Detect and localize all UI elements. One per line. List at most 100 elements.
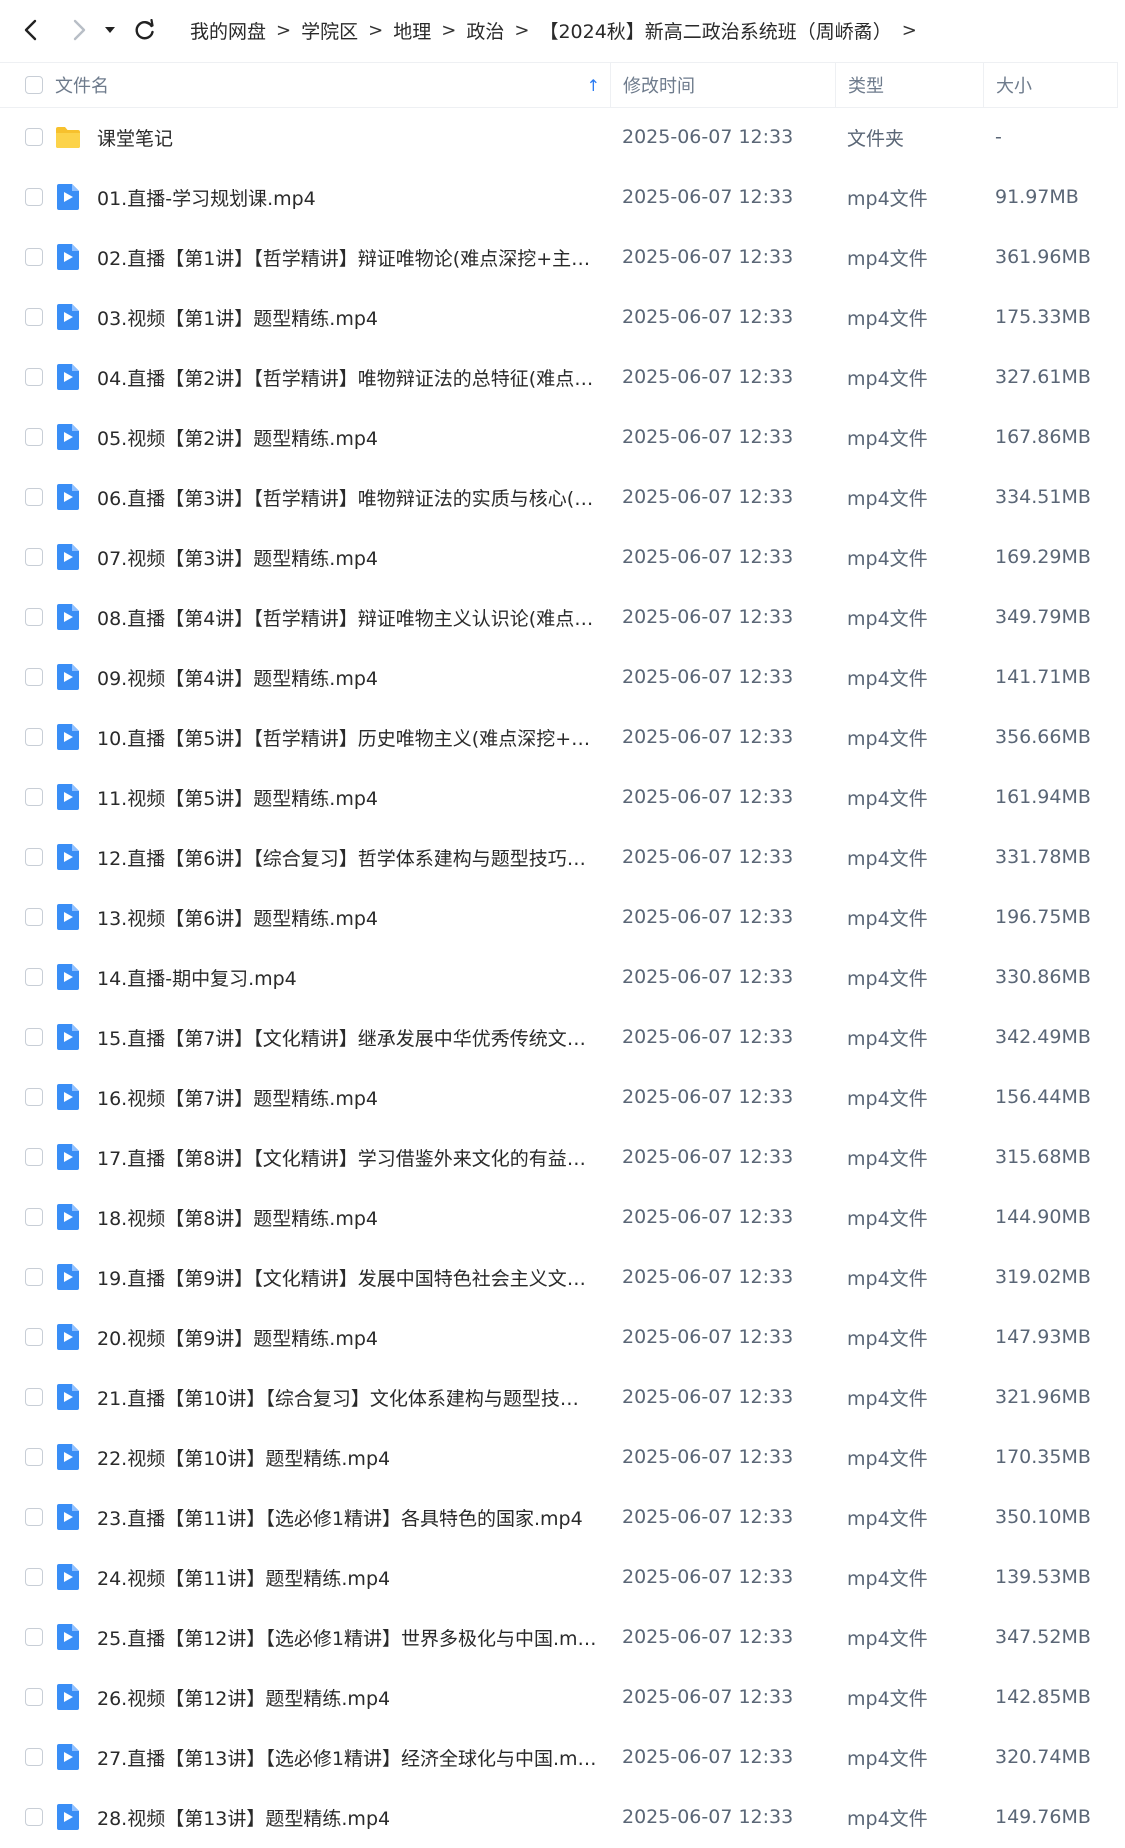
row-checkbox[interactable] — [24, 368, 43, 386]
file-name[interactable]: 06.直播【第3讲】【哲学精讲】唯物辩证法的实质与核心(难... — [97, 484, 597, 511]
file-name[interactable]: 07.视频【第3讲】题型精练.mp4 — [97, 544, 378, 571]
row-checkbox[interactable] — [24, 1748, 43, 1766]
file-name[interactable]: 10.直播【第5讲】【哲学精讲】历史唯物主义(难点深挖+主... — [97, 724, 597, 751]
column-header-type[interactable]: 类型 — [835, 63, 983, 107]
row-checkbox[interactable] — [24, 908, 43, 926]
row-checkbox[interactable] — [24, 248, 43, 266]
file-row[interactable]: 06.直播【第3讲】【哲学精讲】唯物辩证法的实质与核心(难... 2025-06-… — [0, 467, 1118, 527]
file-name[interactable]: 22.视频【第10讲】题型精练.mp4 — [97, 1444, 390, 1471]
file-row[interactable]: 05.视频【第2讲】题型精练.mp4 2025-06-07 12:33 mp4文件 1… — [0, 407, 1118, 467]
file-name[interactable]: 27.直播【第13讲】【选必修1精讲】经济全球化与中国.mp4 — [97, 1744, 597, 1771]
file-name[interactable]: 01.直播-学习规划课.mp4 — [97, 184, 316, 211]
row-checkbox[interactable] — [24, 1268, 43, 1286]
breadcrumb-item[interactable]: 学院区 — [301, 17, 358, 44]
file-name[interactable]: 28.视频【第13讲】题型精练.mp4 — [97, 1804, 390, 1831]
file-row[interactable]: 21.直播【第10讲】【综合复习】文化体系建构与题型技巧训... 2025-06-… — [0, 1367, 1118, 1427]
file-row[interactable]: 10.直播【第5讲】【哲学精讲】历史唯物主义(难点深挖+主... 2025-06-… — [0, 707, 1118, 767]
column-header-time[interactable]: 修改时间 — [610, 63, 835, 107]
row-checkbox[interactable] — [24, 428, 43, 446]
breadcrumb-item[interactable]: 我的网盘 — [190, 17, 266, 44]
row-checkbox[interactable] — [24, 1448, 43, 1466]
file-name[interactable]: 09.视频【第4讲】题型精练.mp4 — [97, 664, 378, 691]
row-checkbox[interactable] — [24, 128, 43, 146]
column-header-name[interactable]: 文件名 ↑ — [55, 72, 610, 98]
file-row[interactable]: 22.视频【第10讲】题型精练.mp4 2025-06-07 12:33 mp4文件… — [0, 1427, 1118, 1487]
file-row[interactable]: 13.视频【第6讲】题型精练.mp4 2025-06-07 12:33 mp4文件 1… — [0, 887, 1118, 947]
breadcrumb-item[interactable]: 【2024秋】新高二政治系统班（周峤矞） — [539, 17, 891, 44]
file-name[interactable]: 16.视频【第7讲】题型精练.mp4 — [97, 1084, 378, 1111]
file-name[interactable]: 08.直播【第4讲】【哲学精讲】辩证唯物主义认识论(难点深... — [97, 604, 597, 631]
file-name[interactable]: 19.直播【第9讲】【文化精讲】发展中国特色社会主义文化.... — [97, 1264, 597, 1291]
breadcrumb-item[interactable]: 政治 — [466, 17, 504, 44]
file-row[interactable]: 08.直播【第4讲】【哲学精讲】辩证唯物主义认识论(难点深... 2025-06-… — [0, 587, 1118, 647]
row-checkbox[interactable] — [24, 1628, 43, 1646]
refresh-button[interactable] — [128, 13, 162, 47]
file-row[interactable]: 课堂笔记 2025-06-07 12:33 文件夹 - — [0, 107, 1118, 167]
file-row[interactable]: 18.视频【第8讲】题型精练.mp4 2025-06-07 12:33 mp4文件 1… — [0, 1187, 1118, 1247]
row-checkbox[interactable] — [24, 728, 43, 746]
file-row[interactable]: 23.直播【第11讲】【选必修1精讲】各具特色的国家.mp4 2025-06-07… — [0, 1487, 1118, 1547]
file-row[interactable]: 02.直播【第1讲】【哲学精讲】辩证唯物论(难点深挖+主观... 2025-06-… — [0, 227, 1118, 287]
file-name[interactable]: 17.直播【第8讲】【文化精讲】学习借鉴外来文化的有益成... — [97, 1144, 597, 1171]
row-checkbox[interactable] — [24, 848, 43, 866]
row-checkbox[interactable] — [24, 308, 43, 326]
file-name[interactable]: 26.视频【第12讲】题型精练.mp4 — [97, 1684, 390, 1711]
back-button[interactable] — [14, 13, 48, 47]
row-checkbox[interactable] — [24, 1088, 43, 1106]
row-checkbox[interactable] — [24, 1388, 43, 1406]
file-row[interactable]: 04.直播【第2讲】【哲学精讲】唯物辩证法的总特征(难点深... 2025-06-… — [0, 347, 1118, 407]
row-checkbox[interactable] — [24, 1508, 43, 1526]
row-checkbox[interactable] — [24, 488, 43, 506]
file-row[interactable]: 15.直播【第7讲】【文化精讲】继承发展中华优秀传统文化.... 2025-06-… — [0, 1007, 1118, 1067]
file-name[interactable]: 25.直播【第12讲】【选必修1精讲】世界多极化与中国.mp4 — [97, 1624, 597, 1651]
row-checkbox[interactable] — [24, 1148, 43, 1166]
file-name[interactable]: 05.视频【第2讲】题型精练.mp4 — [97, 424, 378, 451]
column-header-size[interactable]: 大小 — [983, 63, 1118, 107]
file-name[interactable]: 03.视频【第1讲】题型精练.mp4 — [97, 304, 378, 331]
file-row[interactable]: 26.视频【第12讲】题型精练.mp4 2025-06-07 12:33 mp4文件… — [0, 1667, 1118, 1727]
breadcrumb-item[interactable]: 地理 — [393, 17, 431, 44]
file-name[interactable]: 20.视频【第9讲】题型精练.mp4 — [97, 1324, 378, 1351]
row-checkbox[interactable] — [24, 1688, 43, 1706]
file-name[interactable]: 15.直播【第7讲】【文化精讲】继承发展中华优秀传统文化.... — [97, 1024, 597, 1051]
file-name[interactable]: 课堂笔记 — [97, 124, 173, 151]
sort-ascending-icon[interactable]: ↑ — [587, 76, 600, 95]
row-checkbox[interactable] — [24, 1808, 43, 1826]
row-checkbox[interactable] — [24, 608, 43, 626]
file-row[interactable]: 17.直播【第8讲】【文化精讲】学习借鉴外来文化的有益成... 2025-06-0… — [0, 1127, 1118, 1187]
file-row[interactable]: 03.视频【第1讲】题型精练.mp4 2025-06-07 12:33 mp4文件 1… — [0, 287, 1118, 347]
file-row[interactable]: 07.视频【第3讲】题型精练.mp4 2025-06-07 12:33 mp4文件 1… — [0, 527, 1118, 587]
file-row[interactable]: 25.直播【第12讲】【选必修1精讲】世界多极化与中国.mp4 2025-06-0… — [0, 1607, 1118, 1667]
file-name[interactable]: 02.直播【第1讲】【哲学精讲】辩证唯物论(难点深挖+主观... — [97, 244, 597, 271]
row-checkbox[interactable] — [24, 1028, 43, 1046]
file-name[interactable]: 14.直播-期中复习.mp4 — [97, 964, 297, 991]
breadcrumb-more-icon[interactable]: > — [902, 20, 917, 41]
file-row[interactable]: 09.视频【第4讲】题型精练.mp4 2025-06-07 12:33 mp4文件 1… — [0, 647, 1118, 707]
file-row[interactable]: 20.视频【第9讲】题型精练.mp4 2025-06-07 12:33 mp4文件 1… — [0, 1307, 1118, 1367]
file-name[interactable]: 23.直播【第11讲】【选必修1精讲】各具特色的国家.mp4 — [97, 1504, 583, 1531]
file-row[interactable]: 16.视频【第7讲】题型精练.mp4 2025-06-07 12:33 mp4文件 1… — [0, 1067, 1118, 1127]
forward-button[interactable] — [62, 13, 96, 47]
row-checkbox[interactable] — [24, 548, 43, 566]
row-checkbox[interactable] — [24, 1568, 43, 1586]
row-checkbox[interactable] — [24, 668, 43, 686]
row-checkbox[interactable] — [24, 188, 43, 206]
file-name[interactable]: 21.直播【第10讲】【综合复习】文化体系建构与题型技巧训... — [97, 1384, 597, 1411]
file-row[interactable]: 27.直播【第13讲】【选必修1精讲】经济全球化与中国.mp4 2025-06-0… — [0, 1727, 1118, 1787]
file-name[interactable]: 04.直播【第2讲】【哲学精讲】唯物辩证法的总特征(难点深... — [97, 364, 597, 391]
file-row[interactable]: 19.直播【第9讲】【文化精讲】发展中国特色社会主义文化.... 2025-06-… — [0, 1247, 1118, 1307]
file-name[interactable]: 11.视频【第5讲】题型精练.mp4 — [97, 784, 378, 811]
file-row[interactable]: 24.视频【第11讲】题型精练.mp4 2025-06-07 12:33 mp4文件… — [0, 1547, 1118, 1607]
file-row[interactable]: 12.直播【第6讲】【综合复习】哲学体系建构与题型技巧训... 2025-06-0… — [0, 827, 1118, 887]
history-dropdown-button[interactable] — [100, 13, 120, 47]
file-name[interactable]: 12.直播【第6讲】【综合复习】哲学体系建构与题型技巧训... — [97, 844, 597, 871]
file-name[interactable]: 24.视频【第11讲】题型精练.mp4 — [97, 1564, 390, 1591]
file-row[interactable]: 11.视频【第5讲】题型精练.mp4 2025-06-07 12:33 mp4文件 1… — [0, 767, 1118, 827]
row-checkbox[interactable] — [24, 1328, 43, 1346]
file-name[interactable]: 18.视频【第8讲】题型精练.mp4 — [97, 1204, 378, 1231]
row-checkbox[interactable] — [24, 968, 43, 986]
file-row[interactable]: 28.视频【第13讲】题型精练.mp4 2025-06-07 12:33 mp4文件… — [0, 1787, 1118, 1845]
file-row[interactable]: 01.直播-学习规划课.mp4 2025-06-07 12:33 mp4文件 91.9… — [0, 167, 1118, 227]
file-row[interactable]: 14.直播-期中复习.mp4 2025-06-07 12:33 mp4文件 330.8… — [0, 947, 1118, 1007]
row-checkbox[interactable] — [24, 788, 43, 806]
